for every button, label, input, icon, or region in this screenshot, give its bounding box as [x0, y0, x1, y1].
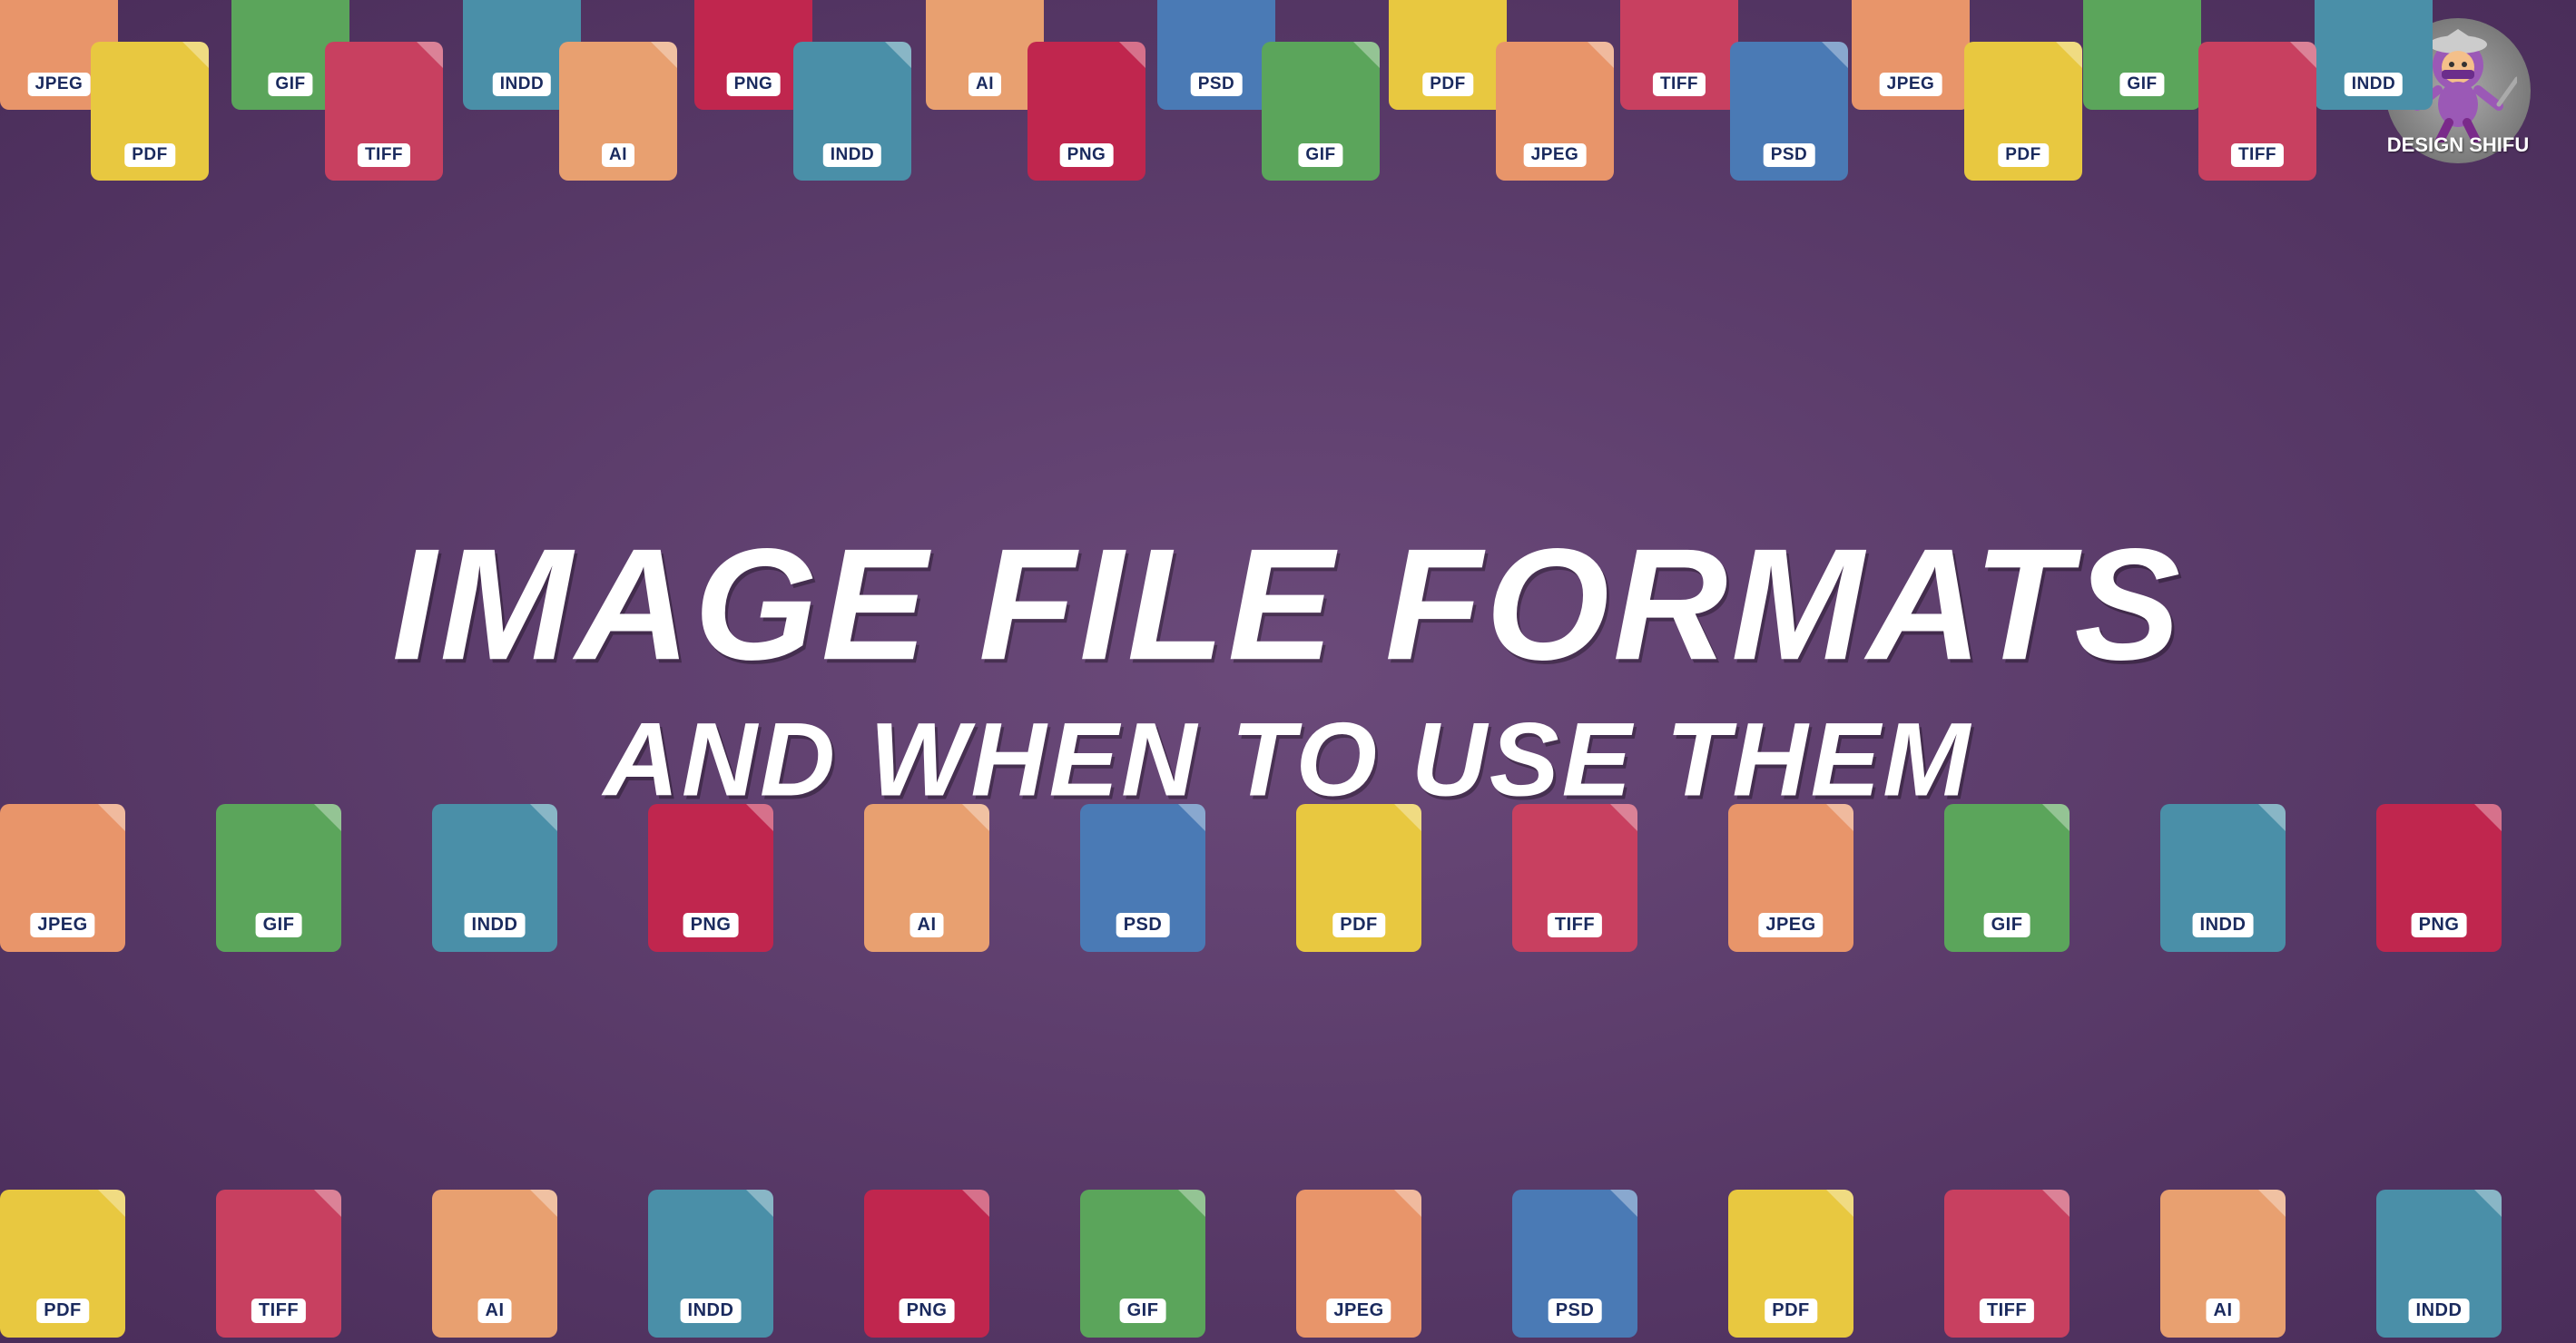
- file-icon: INDD: [2315, 0, 2433, 110]
- file-icon: PDF: [91, 27, 209, 181]
- file-icon: PDF: [1728, 1175, 1853, 1338]
- file-icon: JPEG: [1296, 1175, 1421, 1338]
- icon-row: JPEG GIF INDD PNG AI PSD PDF TIFF JPEG GIF INDD PNG: [0, 789, 2502, 952]
- icon-row: PDF TIFF AI INDD PNG GIF JPEG PSD PDF TIFF: [0, 27, 2316, 181]
- file-icon: PNG: [864, 1175, 989, 1338]
- file-icon: INDD: [2376, 1175, 2502, 1338]
- file-icon: GIF: [1944, 789, 2070, 952]
- file-icon: JPEG: [0, 789, 125, 952]
- file-icon: PDF: [1296, 789, 1421, 952]
- file-icon: PDF: [0, 1175, 125, 1338]
- file-icon: GIF: [1262, 27, 1380, 181]
- file-icon: TIFF: [2198, 27, 2316, 181]
- icon-row: PDF TIFF AI INDD PNG GIF JPEG PSD PDF TIFF AI INDD: [0, 1175, 2502, 1338]
- file-icon: PSD: [1080, 789, 1205, 952]
- file-icon: JPEG: [1728, 789, 1853, 952]
- file-icon: PNG: [648, 789, 773, 952]
- file-icon: GIF: [1080, 1175, 1205, 1338]
- file-icon: TIFF: [216, 1175, 341, 1338]
- file-icon: PNG: [1027, 27, 1145, 181]
- file-icon: PSD: [1730, 27, 1848, 181]
- file-icon: TIFF: [325, 27, 443, 181]
- file-icon: INDD: [793, 27, 911, 181]
- file-icon: PNG: [2376, 789, 2502, 952]
- file-icon: GIF: [216, 789, 341, 952]
- file-icon: JPEG: [1496, 27, 1614, 181]
- file-icon: TIFF: [1944, 1175, 2070, 1338]
- file-icon: TIFF: [1512, 789, 1637, 952]
- file-icon: INDD: [648, 1175, 773, 1338]
- rows-container: JPEGGIFINDDPNGAIPSDPDFTIFFJPEGGIFINDDPDF…: [0, 0, 2576, 1343]
- file-icon: AI: [2160, 1175, 2286, 1338]
- file-icon: INDD: [2160, 789, 2286, 952]
- file-icon: PDF: [1964, 27, 2082, 181]
- file-icon: AI: [432, 1175, 557, 1338]
- file-icon: AI: [559, 27, 677, 181]
- main-background: DESIGN SHIFU IMAGE FILE FORMATS AND WHEN…: [0, 0, 2576, 1343]
- file-icon: INDD: [432, 789, 557, 952]
- file-icon: PSD: [1512, 1175, 1637, 1338]
- file-icon: AI: [864, 789, 989, 952]
